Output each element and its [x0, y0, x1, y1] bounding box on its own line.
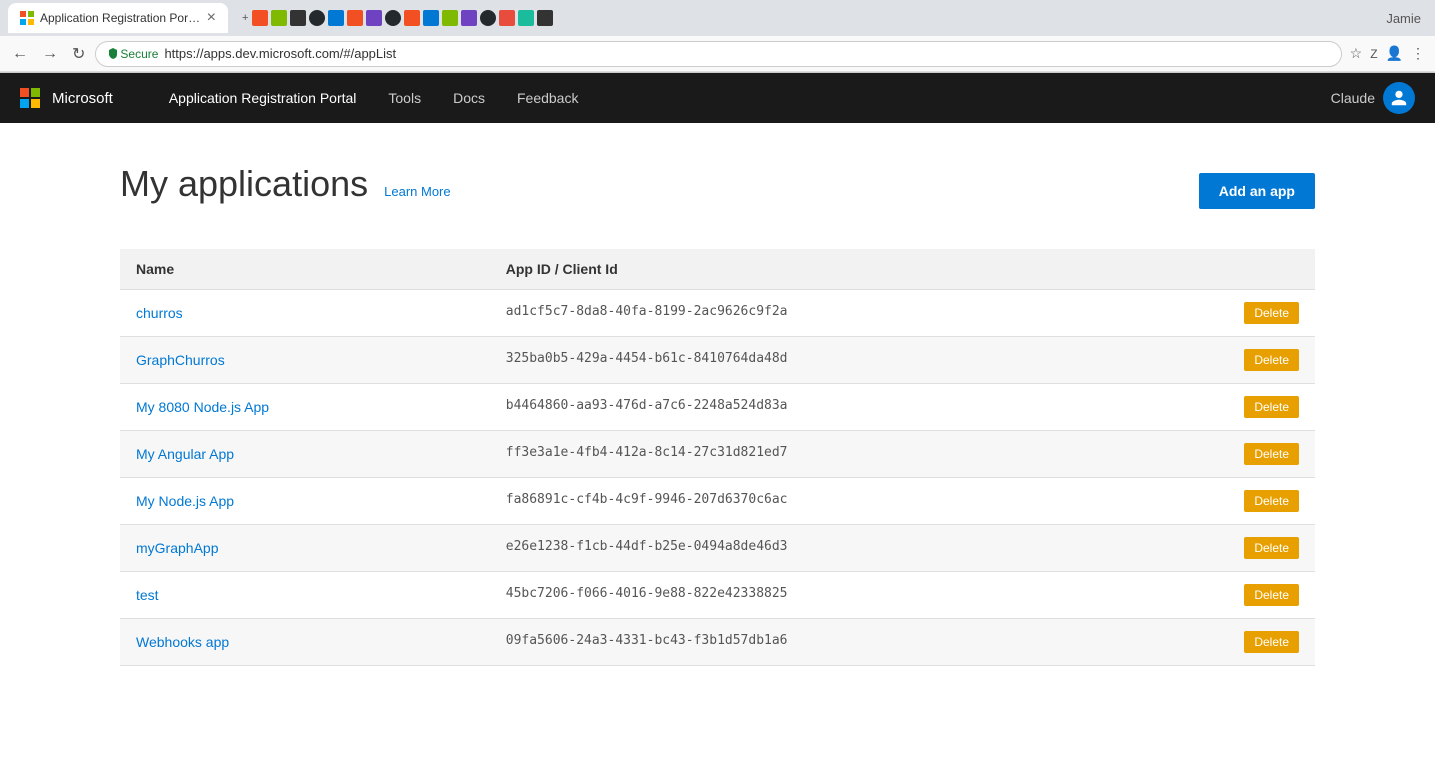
- window-controls: Jamie: [1386, 11, 1427, 26]
- app-name-cell: Webhooks app: [120, 619, 490, 666]
- app-name-link[interactable]: test: [136, 587, 159, 603]
- applications-table: Name App ID / Client Id churros ad1cf5c7-…: [120, 249, 1315, 666]
- app-name-cell: myGraphApp: [120, 525, 490, 572]
- app-id-value: fa86891c-cf4b-4c9f-9946-207d6370c6ac: [506, 492, 788, 507]
- col-name: Name: [120, 249, 490, 290]
- secure-badge: Secure: [108, 47, 158, 61]
- browser-chrome: Application Registration Portal × +: [0, 0, 1435, 73]
- user-label: Jamie: [1386, 11, 1421, 26]
- microsoft-logo: [20, 88, 40, 108]
- page-title-left: My applications Learn More: [120, 163, 451, 205]
- table-row: test 45bc7206-f066-4016-9e88-822e42338825…: [120, 572, 1315, 619]
- header-row: Name App ID / Client Id: [120, 249, 1315, 290]
- menu-button[interactable]: ⋮: [1409, 43, 1427, 64]
- app-name-link[interactable]: churros: [136, 305, 183, 321]
- app-name-cell: My 8080 Node.js App: [120, 384, 490, 431]
- tab-favicon: [20, 11, 34, 25]
- learn-more-link[interactable]: Learn More: [384, 184, 450, 199]
- app-id-cell: fa86891c-cf4b-4c9f-9946-207d6370c6ac Dele…: [490, 478, 1315, 525]
- app-id-value: 09fa5606-24a3-4331-bc43-f3b1d57db1a6: [506, 633, 788, 648]
- address-bar[interactable]: Secure https://apps.dev.microsoft.com/#/…: [95, 41, 1341, 67]
- delete-button[interactable]: Delete: [1244, 490, 1299, 512]
- app-id-cell: 09fa5606-24a3-4331-bc43-f3b1d57db1a6 Dele…: [490, 619, 1315, 666]
- app-id-value: 325ba0b5-429a-4454-b61c-8410764da48d: [506, 351, 788, 366]
- app-name-link[interactable]: My Node.js App: [136, 493, 234, 509]
- microsoft-brand: Microsoft: [20, 88, 113, 108]
- profile-button[interactable]: 👤: [1384, 43, 1405, 64]
- app-navigation: Application Registration Portal Tools Do…: [153, 73, 1307, 123]
- active-tab[interactable]: Application Registration Portal ×: [8, 3, 228, 33]
- table-row: My Node.js App fa86891c-cf4b-4c9f-9946-20…: [120, 478, 1315, 525]
- user-name: Claude: [1331, 90, 1375, 106]
- table-body: churros ad1cf5c7-8da8-40fa-8199-2ac9626c9…: [120, 290, 1315, 666]
- app-id-cell: b4464860-aa93-476d-a7c6-2248a524d83a Dele…: [490, 384, 1315, 431]
- delete-button[interactable]: Delete: [1244, 584, 1299, 606]
- table-row: GraphChurros 325ba0b5-429a-4454-b61c-8410…: [120, 337, 1315, 384]
- app-id-cell: 45bc7206-f066-4016-9e88-822e42338825 Dele…: [490, 572, 1315, 619]
- table-row: Webhooks app 09fa5606-24a3-4331-bc43-f3b1…: [120, 619, 1315, 666]
- app-name-cell: GraphChurros: [120, 337, 490, 384]
- add-app-button[interactable]: Add an app: [1199, 173, 1315, 209]
- main-content: My applications Learn More Add an app Na…: [0, 123, 1435, 742]
- table-row: My Angular App ff3e3a1e-4fb4-412a-8c14-27…: [120, 431, 1315, 478]
- delete-button[interactable]: Delete: [1244, 443, 1299, 465]
- app-id-value: ad1cf5c7-8da8-40fa-8199-2ac9626c9f2a: [506, 304, 788, 319]
- app-header: Microsoft Application Registration Porta…: [0, 73, 1435, 123]
- user-avatar[interactable]: [1383, 82, 1415, 114]
- nav-item-docs[interactable]: Docs: [437, 73, 501, 123]
- table-row: My 8080 Node.js App b4464860-aa93-476d-a7…: [120, 384, 1315, 431]
- microsoft-name: Microsoft: [52, 90, 113, 107]
- app-name-cell: My Node.js App: [120, 478, 490, 525]
- table-header: Name App ID / Client Id: [120, 249, 1315, 290]
- tab-title: Application Registration Portal: [40, 11, 201, 25]
- nav-item-tools[interactable]: Tools: [372, 73, 437, 123]
- delete-button[interactable]: Delete: [1244, 302, 1299, 324]
- delete-button[interactable]: Delete: [1244, 349, 1299, 371]
- table-row: myGraphApp e26e1238-f1cb-44df-b25e-0494a8…: [120, 525, 1315, 572]
- app-name-link[interactable]: myGraphApp: [136, 540, 218, 556]
- forward-button[interactable]: →: [38, 43, 62, 65]
- nav-item-portal[interactable]: Application Registration Portal: [153, 73, 373, 123]
- tab-bar: Application Registration Portal × +: [0, 0, 1435, 36]
- app-name-link[interactable]: Webhooks app: [136, 634, 229, 650]
- app-id-cell: ff3e3a1e-4fb4-412a-8c14-27c31d821ed7 Dele…: [490, 431, 1315, 478]
- app-id-cell: ad1cf5c7-8da8-40fa-8199-2ac9626c9f2a Dele…: [490, 290, 1315, 337]
- app-id-value: ff3e3a1e-4fb4-412a-8c14-27c31d821ed7: [506, 445, 788, 460]
- other-favicons: +: [234, 10, 553, 26]
- back-button[interactable]: ←: [8, 43, 32, 65]
- app-name-link[interactable]: My Angular App: [136, 446, 234, 462]
- app-id-value: e26e1238-f1cb-44df-b25e-0494a8de46d3: [506, 539, 788, 554]
- page-title-row: My applications Learn More Add an app: [120, 163, 1315, 209]
- nav-item-feedback[interactable]: Feedback: [501, 73, 594, 123]
- page-title: My applications: [120, 163, 368, 205]
- app-id-cell: e26e1238-f1cb-44df-b25e-0494a8de46d3 Dele…: [490, 525, 1315, 572]
- refresh-button[interactable]: ↻: [68, 42, 89, 66]
- bookmark-button[interactable]: ☆: [1348, 43, 1365, 64]
- delete-button[interactable]: Delete: [1244, 631, 1299, 653]
- app-name-cell: test: [120, 572, 490, 619]
- app-name-link[interactable]: My 8080 Node.js App: [136, 399, 269, 415]
- app-id-value: 45bc7206-f066-4016-9e88-822e42338825: [506, 586, 788, 601]
- app-id-value: b4464860-aa93-476d-a7c6-2248a524d83a: [506, 398, 788, 413]
- app-name-cell: My Angular App: [120, 431, 490, 478]
- nav-icons: ☆ Z 👤 ⋮: [1348, 43, 1427, 64]
- navigation-bar: ← → ↻ Secure https://apps.dev.microsoft.…: [0, 36, 1435, 72]
- table-row: churros ad1cf5c7-8da8-40fa-8199-2ac9626c9…: [120, 290, 1315, 337]
- delete-button[interactable]: Delete: [1244, 537, 1299, 559]
- url-text: https://apps.dev.microsoft.com/#/appList: [164, 46, 1328, 61]
- app-id-cell: 325ba0b5-429a-4454-b61c-8410764da48d Dele…: [490, 337, 1315, 384]
- user-area: Claude: [1331, 82, 1415, 114]
- col-appid: App ID / Client Id: [490, 249, 1315, 290]
- tab-close-icon[interactable]: ×: [207, 10, 216, 26]
- extensions-button[interactable]: Z: [1368, 45, 1379, 63]
- app-name-cell: churros: [120, 290, 490, 337]
- app-name-link[interactable]: GraphChurros: [136, 352, 225, 368]
- delete-button[interactable]: Delete: [1244, 396, 1299, 418]
